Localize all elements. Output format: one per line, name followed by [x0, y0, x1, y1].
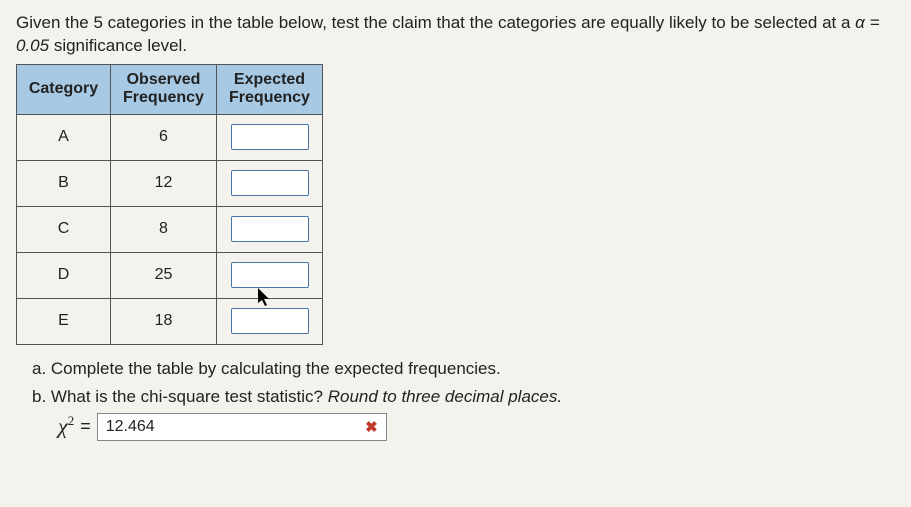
header-expected-l1: Expected — [234, 71, 305, 88]
cell-category: A — [17, 114, 111, 160]
cell-observed: 6 — [111, 114, 217, 160]
table-header-row: Category Observed Frequency Expected Fre… — [17, 64, 323, 114]
header-expected: Expected Frequency — [217, 64, 323, 114]
header-observed-l2: Frequency — [123, 89, 204, 106]
table-row: E 18 — [17, 298, 323, 344]
cell-category: B — [17, 160, 111, 206]
question-b-lead: b. What is the chi-square test statistic… — [32, 387, 328, 406]
cell-category: D — [17, 252, 111, 298]
expected-input[interactable] — [231, 216, 309, 242]
header-category: Category — [17, 64, 111, 114]
table-row: B 12 — [17, 160, 323, 206]
prompt-before: Given the 5 categories in the table belo… — [16, 13, 855, 32]
cell-observed: 18 — [111, 298, 217, 344]
chi-square-row: χ2 = 12.464 ✖ — [58, 413, 895, 441]
chi-answer-box[interactable]: 12.464 ✖ — [97, 413, 387, 441]
cell-observed: 8 — [111, 206, 217, 252]
chi-symbol: χ2 — [58, 413, 74, 439]
question-a: a. Complete the table by calculating the… — [32, 359, 895, 379]
expected-input[interactable] — [231, 124, 309, 150]
question-b: b. What is the chi-square test statistic… — [32, 387, 895, 407]
cell-expected — [217, 252, 323, 298]
wrong-icon: ✖ — [365, 418, 378, 436]
expected-input[interactable] — [231, 262, 309, 288]
expected-input[interactable] — [231, 170, 309, 196]
cell-category: C — [17, 206, 111, 252]
question-b-italic: Round to three decimal places. — [328, 387, 562, 406]
chi-exponent: 2 — [68, 413, 75, 428]
cell-expected — [217, 160, 323, 206]
cell-expected — [217, 114, 323, 160]
expected-input[interactable] — [231, 308, 309, 334]
header-expected-l2: Frequency — [229, 89, 310, 106]
cell-observed: 12 — [111, 160, 217, 206]
cell-expected — [217, 206, 323, 252]
cell-observed: 25 — [111, 252, 217, 298]
chi-letter: χ — [58, 414, 68, 439]
equals-sign: = — [80, 416, 91, 437]
question-prompt: Given the 5 categories in the table belo… — [16, 12, 895, 58]
table-row: D 25 — [17, 252, 323, 298]
table-row: C 8 — [17, 206, 323, 252]
header-observed-l1: Observed — [127, 71, 201, 88]
chi-answer-value: 12.464 — [106, 418, 155, 436]
table-row: A 6 — [17, 114, 323, 160]
cell-expected — [217, 298, 323, 344]
frequency-table: Category Observed Frequency Expected Fre… — [16, 64, 323, 345]
prompt-after: significance level. — [49, 36, 187, 55]
header-observed: Observed Frequency — [111, 64, 217, 114]
cell-category: E — [17, 298, 111, 344]
